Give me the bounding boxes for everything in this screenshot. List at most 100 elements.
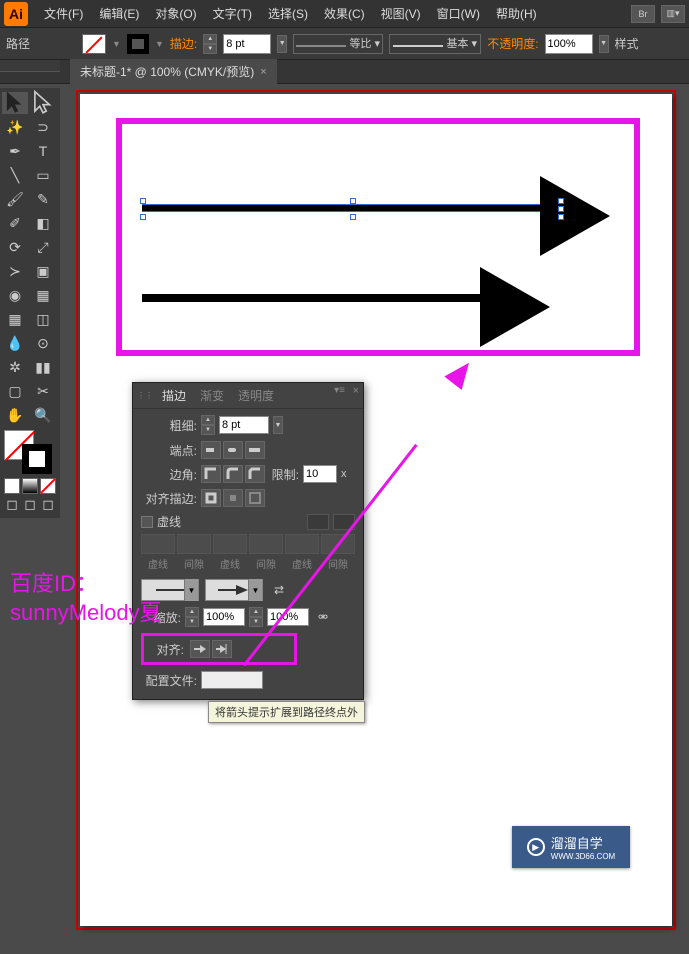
slice-tool[interactable]: ✂ <box>30 380 56 402</box>
arrange-button[interactable]: ▥▾ <box>661 5 685 23</box>
line-tool[interactable]: ╲ <box>2 164 28 186</box>
selection-handle[interactable] <box>558 214 564 220</box>
gradient-tool[interactable]: ◫ <box>30 308 56 330</box>
magic-wand-tool[interactable]: ✨ <box>2 116 28 138</box>
menu-effect[interactable]: 效果(C) <box>316 1 373 26</box>
chevron-down-icon[interactable]: ▼ <box>112 39 121 49</box>
panel-menu-icon[interactable]: ▾≡ <box>334 385 345 396</box>
scale-a-input[interactable] <box>203 608 245 626</box>
dash-input-1[interactable] <box>141 534 175 554</box>
weight-input[interactable] <box>219 416 269 434</box>
scale-a-stepper[interactable]: ▲▼ <box>185 607 199 627</box>
panel-close-icon[interactable]: × <box>353 385 359 397</box>
brush-def-select[interactable]: 基本 ▾ <box>389 34 481 54</box>
cap-butt-button[interactable] <box>201 441 221 459</box>
color-mode-gradient[interactable] <box>22 478 38 494</box>
gap-input-1[interactable] <box>177 534 211 554</box>
color-mode-none[interactable] <box>40 478 56 494</box>
paintbrush-tool[interactable]: 🖌 <box>2 188 28 210</box>
blend-tool[interactable]: ⊙ <box>30 332 56 354</box>
toolbar-toggle[interactable] <box>0 60 60 72</box>
dash-input-3[interactable] <box>285 534 319 554</box>
lasso-tool[interactable]: ⊃ <box>30 116 56 138</box>
shape-builder-tool[interactable]: ◉ <box>2 284 28 306</box>
width-profile-select[interactable]: 等比 ▾ <box>293 34 383 54</box>
limit-input[interactable] <box>303 465 337 483</box>
stroke-weight-stepper[interactable]: ▲▼ <box>203 34 217 54</box>
corner-round-button[interactable] <box>223 465 243 483</box>
selection-handle[interactable] <box>350 214 356 220</box>
align-stroke-inside-button[interactable] <box>223 489 243 507</box>
align-stroke-center-button[interactable] <box>201 489 221 507</box>
weight-stepper[interactable]: ▲▼ <box>201 415 215 435</box>
rotate-tool[interactable]: ⟳ <box>2 236 28 258</box>
selection-handle[interactable] <box>140 198 146 204</box>
symbol-sprayer-tool[interactable]: ✲ <box>2 356 28 378</box>
color-mode-color[interactable] <box>4 478 20 494</box>
arrowhead-end-select[interactable]: ▼ <box>205 579 263 601</box>
align-arrow-tip-button[interactable] <box>212 640 232 658</box>
opacity-dropdown[interactable]: ▼ <box>599 35 609 53</box>
selection-handle[interactable] <box>350 198 356 204</box>
selection-handle[interactable] <box>140 214 146 220</box>
document-tab[interactable]: 未标题-1* @ 100% (CMYK/预览) × <box>70 59 277 84</box>
corner-miter-button[interactable] <box>201 465 221 483</box>
hand-tool[interactable]: ✋ <box>2 404 28 426</box>
blob-brush-tool[interactable]: ✐ <box>2 212 28 234</box>
opacity-link[interactable]: 不透明度: <box>487 35 538 52</box>
selection-handle[interactable] <box>558 198 564 204</box>
mesh-tool[interactable]: ▦ <box>2 308 28 330</box>
menu-edit[interactable]: 编辑(E) <box>91 1 147 26</box>
draw-inside[interactable]: ◻ <box>40 496 56 512</box>
pencil-tool[interactable]: ✎ <box>30 188 56 210</box>
eraser-tool[interactable]: ◧ <box>30 212 56 234</box>
direct-selection-tool[interactable] <box>30 92 56 114</box>
dash-input-2[interactable] <box>213 534 247 554</box>
stroke-swatch[interactable] <box>127 34 149 54</box>
pen-tool[interactable]: ✒ <box>2 140 28 162</box>
panel-tab-gradient[interactable]: 渐变 <box>193 383 231 408</box>
corner-bevel-button[interactable] <box>245 465 265 483</box>
selection-tool[interactable] <box>2 92 28 114</box>
arrow-object-1-selected[interactable] <box>142 204 552 212</box>
draw-normal[interactable]: ◻ <box>4 496 20 512</box>
menu-view[interactable]: 视图(V) <box>373 1 429 26</box>
tab-close-button[interactable]: × <box>260 66 266 78</box>
gap-input-2[interactable] <box>249 534 283 554</box>
fill-swatch[interactable] <box>82 34 106 54</box>
stroke-weight-dropdown[interactable]: ▼ <box>277 35 287 53</box>
stroke-weight-input[interactable] <box>223 34 271 54</box>
cap-round-button[interactable] <box>223 441 243 459</box>
link-scale-button[interactable]: ⚮ <box>313 607 333 627</box>
scale-b-stepper[interactable]: ▲▼ <box>249 607 263 627</box>
rectangle-tool[interactable]: ▭ <box>30 164 56 186</box>
selection-handle[interactable] <box>558 206 564 212</box>
weight-dropdown[interactable]: ▼ <box>273 416 283 434</box>
arrow-object-2[interactable] <box>142 294 522 302</box>
cap-projecting-button[interactable] <box>245 441 265 459</box>
free-transform-tool[interactable]: ▣ <box>30 260 56 282</box>
menu-type[interactable]: 文字(T) <box>205 1 260 26</box>
profile-select[interactable] <box>201 671 263 689</box>
menu-object[interactable]: 对象(O) <box>147 1 204 26</box>
stroke-indicator[interactable] <box>22 444 52 474</box>
zoom-tool[interactable]: 🔍 <box>30 404 56 426</box>
type-tool[interactable]: T <box>30 140 56 162</box>
scale-tool[interactable]: ⤢ <box>30 236 56 258</box>
canvas-area[interactable]: ⋮⋮ 描边 渐变 透明度 ▾≡ × 粗细: ▲▼ ▼ 端点: <box>62 88 689 954</box>
perspective-grid-tool[interactable]: ▦ <box>30 284 56 306</box>
artboard-tool[interactable]: ▢ <box>2 380 28 402</box>
eyedropper-tool[interactable]: 💧 <box>2 332 28 354</box>
menu-file[interactable]: 文件(F) <box>36 1 91 26</box>
menu-help[interactable]: 帮助(H) <box>488 1 545 26</box>
graph-tool[interactable]: ▮▮ <box>30 356 56 378</box>
artboard[interactable]: ⋮⋮ 描边 渐变 透明度 ▾≡ × 粗细: ▲▼ ▼ 端点: <box>80 94 672 926</box>
stroke-link[interactable]: 描边: <box>170 35 197 52</box>
chevron-down-icon[interactable]: ▼ <box>155 39 164 49</box>
menu-window[interactable]: 窗口(W) <box>429 1 488 26</box>
panel-tab-transparency[interactable]: 透明度 <box>231 383 281 408</box>
opacity-input[interactable] <box>545 34 593 54</box>
dashed-checkbox[interactable] <box>141 516 153 528</box>
fill-stroke-indicator[interactable] <box>4 430 54 474</box>
panel-grip-icon[interactable]: ⋮⋮ <box>137 391 153 400</box>
